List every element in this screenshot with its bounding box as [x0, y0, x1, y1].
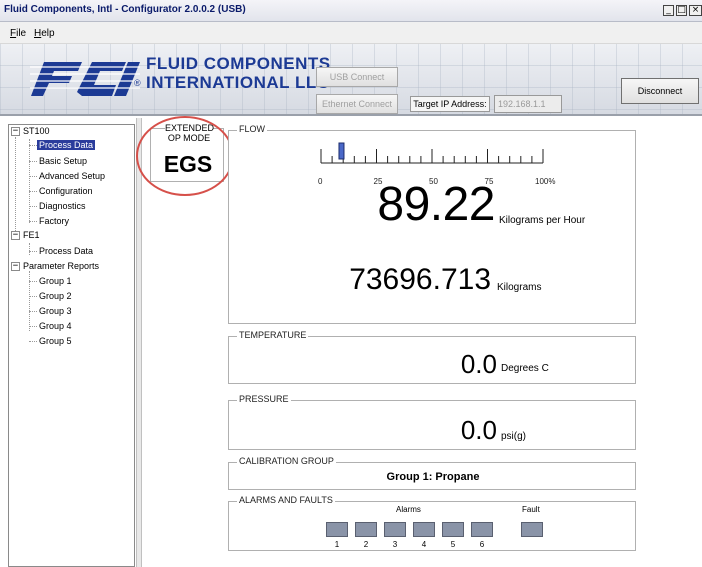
fault-indicator	[521, 522, 543, 537]
fault-title: Fault	[522, 505, 540, 514]
tree-line	[29, 206, 37, 207]
menu-help[interactable]: Help	[34, 28, 55, 39]
flow-total-value: 73696.713	[349, 263, 491, 296]
tree-node-basic-setup[interactable]: Basic Setup	[39, 156, 87, 166]
tree-node-fe1-process-data[interactable]: Process Data	[39, 246, 93, 256]
target-ip-label: Target IP Address:	[410, 96, 490, 112]
logo-text-line1: FLUID COMPONENTS	[146, 54, 331, 73]
alarm-indicator	[355, 522, 377, 537]
disconnect-button[interactable]: Disconnect	[621, 78, 699, 104]
tree-line	[29, 251, 37, 252]
tree-node-group-5[interactable]: Group 5	[39, 336, 72, 346]
tree-line	[29, 296, 37, 297]
alarm-indicator	[442, 522, 464, 537]
tree-node-diagnostics[interactable]: Diagnostics	[39, 201, 86, 211]
logo-text-line2: INTERNATIONAL LLC	[146, 73, 330, 92]
panel-splitter[interactable]	[136, 118, 142, 567]
header-banner: ® FLUID COMPONENTS INTERNATIONAL LLC USB…	[0, 44, 702, 116]
tree-node-process-data[interactable]: Process Data	[37, 140, 96, 150]
tree-node-fe1[interactable]: FE1	[23, 230, 40, 240]
flow-scale-ticks	[320, 142, 544, 164]
tree-node-group-1[interactable]: Group 1	[39, 276, 72, 286]
tree-line	[29, 341, 37, 342]
alarm-indicator	[326, 522, 348, 537]
window-title: Fluid Components, Intl - Configurator 2.…	[4, 4, 246, 15]
logo-registered-mark: ®	[134, 78, 141, 88]
tree-line	[29, 243, 30, 255]
alarm-number-label: 5	[450, 540, 456, 549]
alarm-number-label: 1	[334, 540, 340, 549]
alarm-number-label: 2	[363, 540, 369, 549]
tree-line	[29, 221, 37, 222]
flow-bar-scale: 0 25 50 75 100%	[317, 141, 557, 186]
pressure-value: 0.0	[460, 415, 497, 445]
menu-file[interactable]: File	[10, 28, 26, 39]
tree-line	[29, 271, 30, 331]
op-mode-highlight-circle	[136, 116, 234, 196]
title-bar: Fluid Components, Intl - Configurator 2.…	[0, 0, 702, 22]
temperature-group: TEMPERATURE 0.0 Degrees C	[228, 330, 636, 384]
menu-file-label: ile	[16, 28, 27, 39]
usb-connect-button[interactable]: USB Connect	[316, 67, 398, 87]
pressure-group: PRESSURE 0.0 psi(g)	[228, 394, 636, 450]
fci-logo-icon	[30, 62, 140, 96]
scale-tick-label: 100%	[535, 177, 556, 186]
close-icon[interactable]: ×	[689, 5, 702, 16]
pressure-label: PRESSURE	[237, 394, 291, 404]
flow-total-unit: Kilograms	[497, 282, 542, 293]
alarm-indicator	[471, 522, 493, 537]
temperature-unit: Degrees C	[501, 363, 549, 374]
expand-collapse-icon[interactable]: −	[11, 262, 20, 271]
alarm-number-label: 4	[421, 540, 427, 549]
tree-line	[29, 139, 30, 223]
tree-node-parameter-reports[interactable]: Parameter Reports	[23, 261, 99, 271]
menu-bar: File Help	[0, 22, 702, 44]
flow-rate-value: 89.22	[377, 178, 495, 231]
tree-node-group-3[interactable]: Group 3	[39, 306, 72, 316]
tree-node-group-2[interactable]: Group 2	[39, 291, 72, 301]
calibration-group: CALIBRATION GROUP Group 1: Propane	[228, 456, 636, 490]
tree-node-configuration[interactable]: Configuration	[39, 186, 93, 196]
temperature-value: 0.0	[460, 349, 497, 379]
menu-help-label: elp	[41, 28, 55, 39]
expand-collapse-icon[interactable]: −	[11, 231, 20, 240]
alarm-number-label: 3	[392, 540, 398, 549]
alarms-title: Alarms	[396, 505, 421, 514]
ethernet-connect-button[interactable]: Ethernet Connect	[316, 94, 398, 114]
tree-line	[29, 191, 37, 192]
calibration-label: CALIBRATION GROUP	[237, 456, 336, 466]
tree-line	[15, 137, 16, 237]
tree-node-advanced-setup[interactable]: Advanced Setup	[39, 171, 105, 181]
temperature-label: TEMPERATURE	[237, 330, 309, 340]
pressure-unit: psi(g)	[501, 431, 527, 442]
minimize-icon[interactable]: _	[663, 5, 674, 16]
flow-group: FLOW 0 25 50 75 100% 89.22 Kilograms per Hou…	[228, 124, 636, 324]
flow-indicator-needle	[338, 142, 345, 160]
alarms-faults-label: ALARMS AND FAULTS	[237, 495, 335, 505]
tree-line	[29, 145, 37, 146]
target-ip-input[interactable]: 192.168.1.1	[494, 95, 562, 113]
tree-line	[29, 176, 37, 177]
tree-line	[29, 311, 37, 312]
tree-line	[29, 161, 37, 162]
tree-node-st100[interactable]: ST100	[23, 126, 50, 136]
alarms-faults-group: ALARMS AND FAULTS Alarms Fault 1 2 3 4 5 6	[228, 495, 636, 551]
tree-node-factory[interactable]: Factory	[39, 216, 69, 226]
flow-rate-unit: Kilograms per Hour	[499, 215, 586, 226]
expand-collapse-icon[interactable]: −	[11, 127, 20, 136]
tree-node-group-4[interactable]: Group 4	[39, 321, 72, 331]
alarm-number-label: 6	[479, 540, 485, 549]
flow-label: FLOW	[237, 124, 267, 134]
calibration-value: Group 1: Propane	[386, 471, 480, 483]
tree-line	[29, 281, 37, 282]
alarm-indicator	[384, 522, 406, 537]
alarm-indicator	[413, 522, 435, 537]
device-tree[interactable]: − ST100 Process Data Basic Setup Advance…	[8, 124, 135, 567]
maximize-icon[interactable]: □	[676, 5, 687, 16]
tree-line	[29, 326, 37, 327]
